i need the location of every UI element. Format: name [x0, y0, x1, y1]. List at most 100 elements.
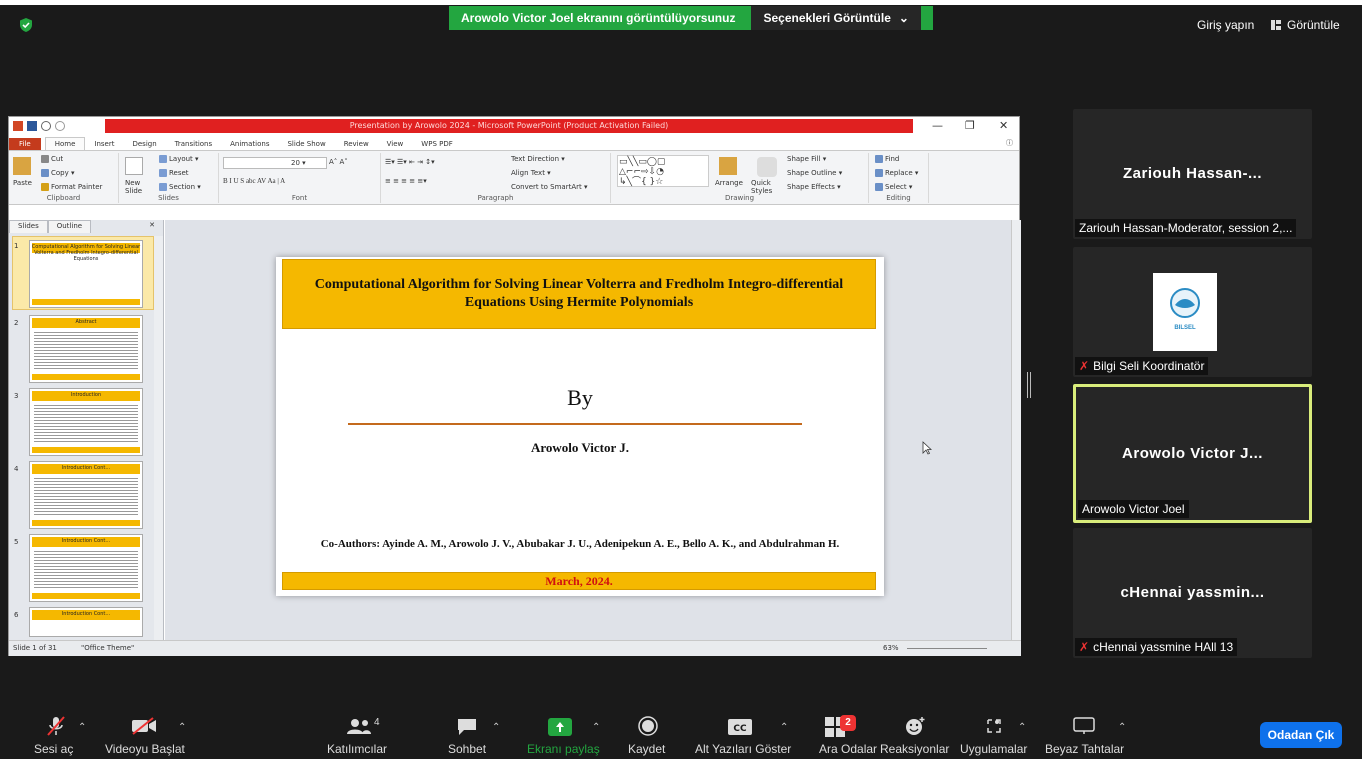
save-icon[interactable] [27, 121, 37, 131]
font-name-select[interactable] [223, 157, 327, 169]
shield-icon[interactable] [18, 17, 34, 33]
chat-options-chevron[interactable]: ⌃ [492, 722, 500, 733]
tab-view[interactable]: View [378, 138, 413, 150]
participants-icon[interactable] [346, 718, 372, 734]
new-slide-button[interactable]: New Slide [125, 179, 147, 195]
video-options-chevron[interactable]: ⌃ [178, 722, 186, 733]
share-options-chevron[interactable]: ⌃ [592, 722, 600, 733]
record-icon[interactable] [638, 716, 658, 736]
section-button[interactable]: Section ▾ [159, 183, 201, 191]
shape-outline-button[interactable]: Shape Outline ▾ [787, 169, 842, 177]
leave-meeting-button[interactable]: Odadan Çık [1260, 722, 1342, 748]
align-text-button[interactable]: Align Text ▾ [511, 169, 551, 177]
shape-fill-button[interactable]: Shape Fill ▾ [787, 155, 826, 163]
copy-button[interactable]: Copy ▾ [41, 169, 75, 177]
mic-options-chevron[interactable]: ⌃ [78, 722, 86, 733]
thumb-number: 4 [14, 465, 19, 473]
record-label[interactable]: Kaydet [628, 742, 665, 756]
tab-transitions[interactable]: Transitions [166, 138, 222, 150]
restore-icon[interactable]: ❐ [965, 119, 975, 132]
tab-file[interactable]: File [9, 138, 41, 150]
whiteboard-icon[interactable] [1073, 717, 1095, 735]
share-screen-icon[interactable] [548, 718, 572, 736]
tab-animations[interactable]: Animations [221, 138, 278, 150]
tab-outline[interactable]: Outline [47, 220, 92, 233]
arrange-button[interactable]: Arrange [715, 179, 743, 187]
font-grow-shrink[interactable]: A˄ A˅ [329, 158, 348, 166]
chat-label[interactable]: Sohbet [448, 742, 486, 756]
captions-options-chevron[interactable]: ⌃ [780, 722, 788, 733]
chat-icon[interactable] [456, 718, 478, 736]
grid-view-icon [1271, 20, 1281, 30]
reset-button[interactable]: Reset [159, 169, 189, 177]
slide-thumbnail[interactable]: Introduction [29, 388, 143, 456]
tab-review[interactable]: Review [335, 138, 378, 150]
quick-styles-icon[interactable] [757, 157, 777, 177]
close-panel-icon[interactable]: ✕ [141, 220, 163, 233]
tab-wps-pdf[interactable]: WPS PDF [412, 138, 461, 150]
list-buttons[interactable]: ☰▾ ☰▾ ⇤ ⇥ ↕▾ [385, 158, 435, 166]
breakout-label[interactable]: Ara Odalar [819, 742, 877, 756]
reactions-icon[interactable] [904, 715, 926, 737]
participant-tile[interactable]: BILSEL ✗ Bilgi Seli Koordinatör [1073, 247, 1312, 377]
undo-icon[interactable] [41, 121, 51, 131]
select-button[interactable]: Select ▾ [875, 183, 912, 191]
tab-insert[interactable]: Insert [85, 138, 123, 150]
share-label[interactable]: Ekranı paylaş [527, 742, 600, 756]
panel-scrollbar[interactable] [154, 236, 163, 640]
view-button[interactable]: Görüntüle [1271, 18, 1340, 32]
tab-slide-show[interactable]: Slide Show [278, 138, 334, 150]
zoom-slider[interactable] [907, 648, 987, 649]
mic-muted-icon[interactable] [46, 715, 66, 737]
slide-thumbnail[interactable]: Introduction Cont... [29, 534, 143, 602]
sign-in-link[interactable]: Giriş yapın [1197, 18, 1254, 32]
quick-styles-button[interactable]: Quick Styles [751, 179, 781, 195]
participants-label[interactable]: Katılımcılar [327, 742, 387, 756]
whiteboard-options-chevron[interactable]: ⌃ [1118, 722, 1126, 733]
paste-button[interactable]: Paste [13, 179, 32, 187]
font-size-select[interactable]: 20 ▾ [291, 159, 306, 167]
format-painter-button[interactable]: Format Painter [41, 183, 102, 191]
tab-home[interactable]: Home [44, 137, 86, 150]
convert-smartart-button[interactable]: Convert to SmartArt ▾ [511, 183, 588, 191]
apps-options-chevron[interactable]: ⌃ [1018, 722, 1026, 733]
paste-icon[interactable] [13, 157, 31, 175]
find-button[interactable]: Find [875, 155, 899, 163]
new-slide-icon[interactable] [125, 157, 143, 175]
whiteboard-label[interactable]: Beyaz Tahtalar [1045, 742, 1124, 756]
participant-tile[interactable]: Zariouh Hassan-... Zariouh Hassan-Modera… [1073, 109, 1312, 239]
mute-label[interactable]: Sesi aç [34, 742, 73, 756]
captions-icon[interactable]: CC [727, 718, 753, 736]
layout-button[interactable]: Layout ▾ [159, 155, 199, 163]
apps-icon[interactable] [985, 717, 1003, 735]
panel-resize-handle[interactable] [1027, 372, 1031, 398]
redo-icon[interactable] [55, 121, 65, 131]
shape-effects-button[interactable]: Shape Effects ▾ [787, 183, 841, 191]
slide-thumbnail[interactable]: Introduction Cont... [29, 607, 143, 637]
slide-thumbnail[interactable]: Computational Algorithm for Solving Line… [29, 240, 143, 308]
view-options-dropdown[interactable]: Seçenekleri Görüntüle ⌄ [751, 6, 921, 30]
minimize-icon[interactable]: — [932, 119, 943, 132]
align-buttons[interactable]: ≡ ≡ ≡ ≡ ≡▾ [385, 177, 427, 185]
arrange-icon[interactable] [719, 157, 737, 175]
text-direction-button[interactable]: Text Direction ▾ [511, 155, 565, 163]
slide-thumbnail[interactable]: Abstract [29, 315, 143, 383]
font-format-buttons[interactable]: B I U S abc AV Aa | A [223, 177, 285, 185]
captions-label[interactable]: Alt Yazıları Göster [695, 742, 791, 756]
participant-tile[interactable]: cHennai yassmin... ✗ cHennai yassmine HAl… [1073, 528, 1312, 658]
shapes-gallery[interactable]: ▭╲╲▭◯▢ △⌐⌐⇨⇩◔ ↳╲⌒{ }☆ [617, 155, 709, 187]
slide-thumbnail[interactable]: Introduction Cont... [29, 461, 143, 529]
help-icon[interactable]: ⓘ [1000, 136, 1019, 150]
video-label[interactable]: Videoyu Başlat [105, 742, 185, 756]
close-icon[interactable]: ✕ [999, 119, 1008, 132]
reactions-label[interactable]: Reaksiyonlar [880, 742, 949, 756]
tab-slides[interactable]: Slides [9, 220, 48, 233]
vertical-scrollbar[interactable] [1011, 220, 1021, 640]
ppt-window-title: Presentation by Arowolo 2024 - Microsoft… [105, 119, 913, 133]
video-off-icon[interactable] [131, 717, 157, 735]
cut-button[interactable]: Cut [41, 155, 63, 163]
replace-button[interactable]: Replace ▾ [875, 169, 918, 177]
apps-label[interactable]: Uygulamalar [960, 742, 1027, 756]
participant-tile-active-speaker[interactable]: Arowolo Victor J... Arowolo Victor Joel [1073, 384, 1312, 523]
tab-design[interactable]: Design [123, 138, 165, 150]
